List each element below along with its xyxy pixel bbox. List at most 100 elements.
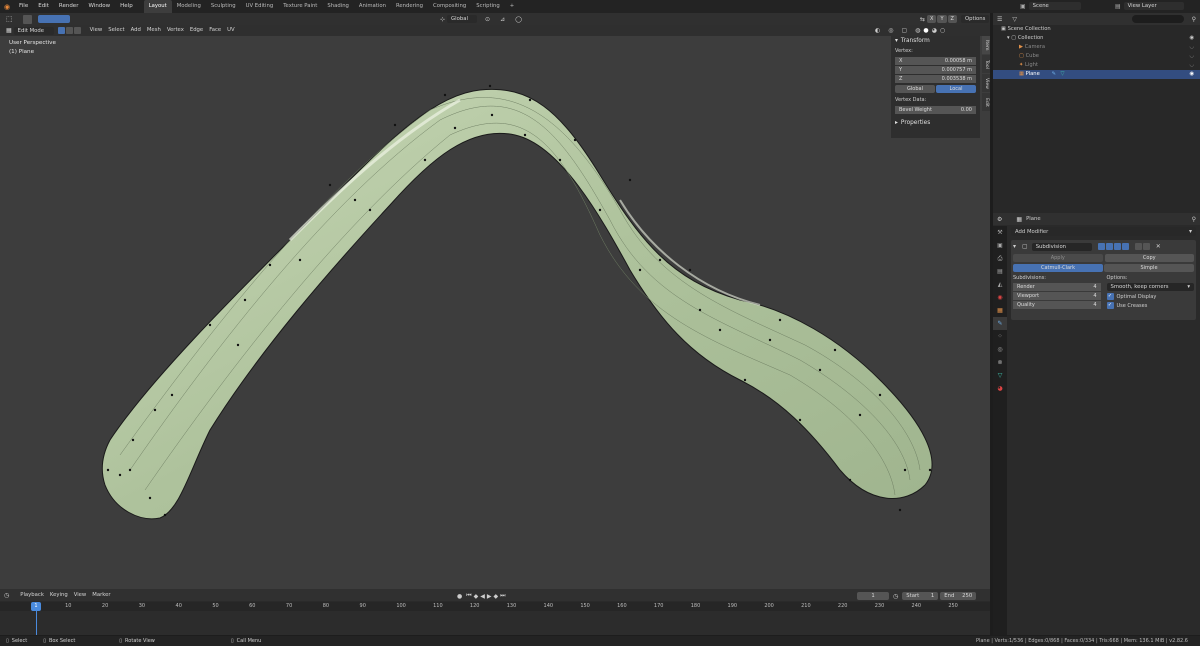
pivot-icon[interactable]: ⊙ <box>485 16 490 23</box>
editor-type-icon[interactable]: ⬚ <box>6 15 13 23</box>
mesh-vertex[interactable] <box>658 258 662 262</box>
current-frame-field[interactable]: 1 <box>857 592 889 600</box>
copy-button[interactable]: Copy <box>1104 254 1194 262</box>
end-frame-field[interactable]: End 250 <box>940 592 977 600</box>
modifier-name-field[interactable]: Subdivision <box>1031 242 1092 251</box>
chevron-down-icon[interactable]: ▾ <box>1013 243 1016 250</box>
mesh-vertex[interactable] <box>236 343 240 347</box>
mesh-vertex[interactable] <box>903 468 907 472</box>
mesh-vertex[interactable] <box>778 318 782 322</box>
tree-row-camera[interactable]: ▶ Camera ◡ <box>993 43 1200 52</box>
tab-modeling[interactable]: Modeling <box>172 0 206 13</box>
mesh-vertex[interactable] <box>573 138 577 142</box>
tab-edit[interactable]: Edit <box>982 93 990 111</box>
menu-select[interactable]: Select <box>105 25 127 36</box>
uv-smooth-dropdown[interactable]: Smooth, keep corners ▾ <box>1106 283 1194 291</box>
mesh-vertex[interactable] <box>848 478 852 482</box>
viewport-levels-field[interactable]: Viewport 4 <box>1013 292 1101 300</box>
mesh-vertex[interactable] <box>268 263 272 267</box>
cage-toggle-icon[interactable] <box>1121 243 1129 250</box>
menu-vertex[interactable]: Vertex <box>164 25 187 36</box>
use-creases-checkbox[interactable]: ✓ Use Creases <box>1106 302 1195 309</box>
editmode-toggle-icon[interactable] <box>1113 243 1121 250</box>
snap-icon[interactable]: ⊿ <box>500 16 505 23</box>
visibility-eye-icon[interactable]: ◡ <box>1189 61 1194 70</box>
menu-keying[interactable]: Keying <box>47 590 71 601</box>
mesh-vertex[interactable] <box>393 123 397 127</box>
axis-z-toggle[interactable]: Z <box>947 15 957 23</box>
axis-y-toggle[interactable]: Y <box>937 15 947 23</box>
tab-rendering[interactable]: Rendering <box>391 0 428 13</box>
outliner-filter-icon[interactable]: ⚲ <box>1192 16 1196 23</box>
visibility-eye-icon[interactable]: ◡ <box>1189 43 1194 52</box>
tab-compositing[interactable]: Compositing <box>428 0 471 13</box>
mesh-vertex[interactable] <box>106 468 110 472</box>
vertex-x-field[interactable]: X 0.00058 m <box>895 57 976 65</box>
scene-field[interactable]: Scene <box>1028 2 1081 10</box>
world-tab-icon[interactable]: ◉ <box>993 291 1007 304</box>
object-tab-icon[interactable]: ▦ <box>993 304 1007 317</box>
mesh-vertex[interactable] <box>928 468 932 472</box>
mesh-vertex[interactable] <box>878 393 882 397</box>
timeline-editor-icon[interactable]: ◷ <box>4 592 9 599</box>
visibility-icon[interactable]: ◐ <box>875 27 880 34</box>
vertex-select-icon[interactable] <box>57 27 65 34</box>
boomerang-mesh[interactable] <box>101 88 933 520</box>
mesh-vertex[interactable] <box>488 84 492 88</box>
filter-icon[interactable]: ▽ <box>1012 16 1017 23</box>
mesh-vertex[interactable] <box>718 328 722 332</box>
outliner-editor-icon[interactable]: ☰ <box>997 16 1002 23</box>
bevel-weight-field[interactable]: Bevel Weight 0.00 <box>895 106 976 114</box>
tab-uv-editing[interactable]: UV Editing <box>241 0 279 13</box>
physics-tab-icon[interactable]: ◎ <box>993 343 1007 356</box>
simple-button[interactable]: Simple <box>1104 264 1194 272</box>
proportional-icon[interactable]: ◯ <box>515 16 522 23</box>
mesh-vertex[interactable] <box>698 308 702 312</box>
add-workspace-button[interactable]: + <box>505 0 519 13</box>
view-layer-tab-icon[interactable]: ▤ <box>993 265 1007 278</box>
record-icon[interactable]: ● <box>457 593 462 600</box>
edge-select-icon[interactable] <box>65 27 73 34</box>
menu-add[interactable]: Add <box>128 25 144 36</box>
rendered-shading-icon[interactable]: ○ <box>940 27 945 34</box>
mesh-vertex[interactable] <box>423 158 427 162</box>
mesh-vertex[interactable] <box>858 413 862 417</box>
transform-section[interactable]: ▾ Transform <box>891 36 980 46</box>
tab-sculpting[interactable]: Sculpting <box>206 0 241 13</box>
outliner-search-input[interactable] <box>1131 15 1184 23</box>
mesh-vertex[interactable] <box>153 408 157 412</box>
xray-icon[interactable]: ▢ <box>902 27 908 34</box>
mesh-vertex[interactable] <box>688 268 692 272</box>
orientation-field[interactable]: Global <box>447 15 478 23</box>
face-select-icon[interactable] <box>73 27 81 34</box>
tree-row-collection[interactable]: ▾ ▢ Collection ◉ <box>993 34 1200 43</box>
menu-render[interactable]: Render <box>54 0 84 13</box>
modifier-tab-icon[interactable]: ✎ <box>993 317 1007 330</box>
mesh-vertex[interactable] <box>528 98 532 102</box>
view-layer-field[interactable]: View Layer <box>1123 2 1184 10</box>
select-mode-icon[interactable] <box>37 15 70 23</box>
mesh-vertex[interactable] <box>131 438 135 442</box>
mesh-vertex[interactable] <box>118 473 122 477</box>
visibility-eye-icon[interactable]: ◡ <box>1189 52 1194 61</box>
menu-playback[interactable]: Playback <box>17 590 47 601</box>
local-button[interactable]: Local <box>936 85 976 93</box>
axis-x-toggle[interactable]: X <box>927 15 937 23</box>
render-toggle-icon[interactable] <box>1097 243 1105 250</box>
quality-field[interactable]: Quality 4 <box>1013 301 1101 309</box>
mesh-vertex[interactable] <box>490 113 494 117</box>
start-frame-field[interactable]: Start 1 <box>902 592 939 600</box>
close-icon[interactable]: ✕ <box>1156 243 1161 250</box>
menu-uv[interactable]: UV <box>224 25 238 36</box>
vertex-y-field[interactable]: Y 0.000757 m <box>895 66 976 74</box>
jump-start-icon[interactable]: ⏮ <box>466 592 471 600</box>
select-tool-icon[interactable] <box>22 14 32 24</box>
mesh-vertex[interactable] <box>328 183 332 187</box>
constraints-tab-icon[interactable]: ⊗ <box>993 356 1007 369</box>
mesh-vertex[interactable] <box>170 393 174 397</box>
mesh-vertex[interactable] <box>243 298 247 302</box>
mesh-vertex[interactable] <box>833 348 837 352</box>
play-reverse-icon[interactable]: ◀ <box>480 593 485 600</box>
menu-timeline-view[interactable]: View <box>71 590 90 601</box>
material-tab-icon[interactable]: ◕ <box>993 382 1007 395</box>
